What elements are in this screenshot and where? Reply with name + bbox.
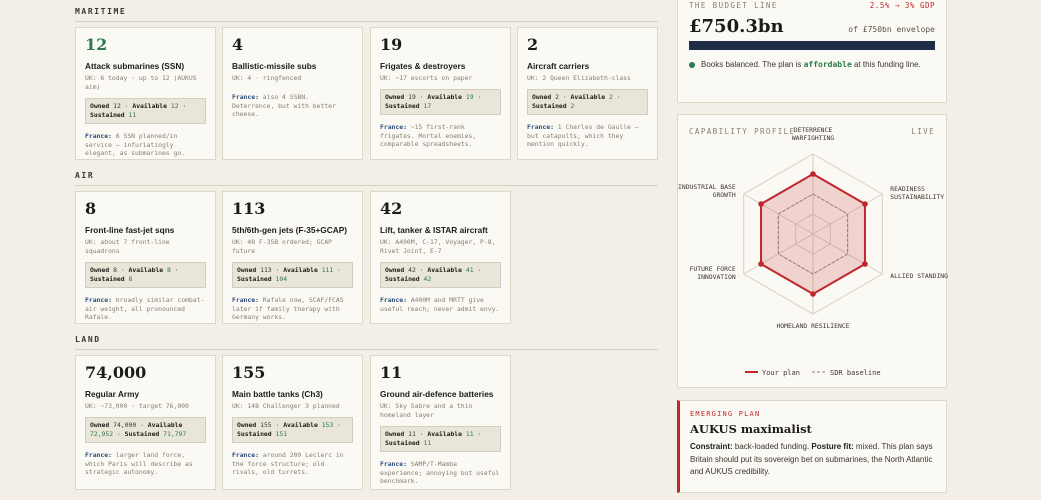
capability-profile-panel: CAPABILITY PROFILE LIVE DETERRENCE WARFIG… — [677, 114, 948, 388]
card-title: Front-line fast-jet sqns — [85, 225, 175, 235]
card-aircraft-carriers[interactable]: 2 Aircraft carriers UK: 2 Queen Elizabet… — [517, 27, 658, 160]
card-france-note: France: SAMP/T-Mamba experience; annoyin… — [380, 460, 500, 485]
card-value: 12 — [85, 35, 108, 54]
card-frigates-destroyers[interactable]: 19 Frigates & destroyers UK: ~17 escorts… — [370, 27, 511, 160]
card-title: Lift, tanker & ISTAR aircraft — [380, 225, 488, 235]
card-attack-submarines[interactable]: 12 Attack submarines (SSN) UK: 6 today ·… — [75, 27, 216, 160]
card-air-defence-batteries[interactable]: 11 Ground air-defence batteries UK: Sky … — [370, 355, 511, 490]
plan-point — [862, 201, 868, 207]
card-value: 8 — [85, 199, 97, 218]
card-stats: Owned 74,000 · Available 72,952 · Sustai… — [85, 417, 206, 443]
card-uk-note: UK: 4 · ringfenced — [232, 74, 302, 82]
card-title: 5th/6th-gen jets (F-35+GCAP) — [232, 225, 348, 235]
card-value: 11 — [380, 363, 403, 382]
card-uk-note: UK: 48 F-35B ordered; GCAP future — [232, 238, 333, 255]
card-stats: Owned 2 · Available 2 · Sustained 2 — [527, 89, 648, 115]
card-value: 155 — [232, 363, 266, 382]
card-uk-note: UK: 6 today · up to 12 (AUKUS aim) — [85, 74, 197, 91]
plan-point — [758, 261, 764, 267]
card-france-note: France: Rafale now, SCAF/FCAS later if f… — [232, 296, 344, 321]
budget-status: Books balanced. The plan is affordable a… — [689, 58, 935, 71]
capability-radar-chart: DETERRENCE WARFIGHTING READINESS SUSTAINABI… — [678, 126, 948, 377]
card-value: 4 — [232, 35, 244, 54]
card-uk-note: UK: Sky Sabre and a thin homeland layer — [380, 402, 473, 419]
card-value: 19 — [380, 35, 403, 54]
series-your-plan — [760, 172, 866, 296]
card-stats: Owned 8 · Available 8 · Sustained 8 — [85, 262, 206, 288]
card-uk-note: UK: A400M, C-17, Voyager, P-8, Rivet Joi… — [380, 238, 496, 255]
card-france-note: France: ~15 first-rank frigates. Mortal … — [380, 123, 477, 148]
card-stats: Owned 155 · Available 153 · Sustained 15… — [232, 417, 353, 443]
card-title: Main battle tanks (Ch3) — [232, 389, 323, 399]
card-stats: Owned 19 · Available 19 · Sustained 17 — [380, 89, 501, 115]
legend-plan-label: Your plan — [762, 369, 800, 377]
budget-bar — [689, 41, 935, 50]
radar-axis-label: INDUSTRIAL BASE GROWTH — [678, 183, 736, 199]
plan-point — [862, 261, 868, 267]
card-lift-tanker-istar[interactable]: 42 Lift, tanker & ISTAR aircraft UK: A40… — [370, 191, 511, 324]
section-air: AIR — [75, 171, 658, 186]
card-value: 74,000 — [85, 363, 147, 382]
card-france-note: France: broadly similar combat-air weigh… — [85, 296, 205, 321]
legend-baseline-label: SDR baseline — [830, 369, 881, 377]
section-maritime: MARITIME — [75, 7, 658, 22]
card-5th-gen-jets[interactable]: 113 5th/6th-gen jets (F-35+GCAP) UK: 48 … — [222, 191, 363, 324]
card-france-note: France: A400M and MRTT give useful reach… — [380, 296, 500, 313]
card-stats: Owned 42 · Available 41 · Sustained 42 — [380, 262, 501, 288]
plan-point — [810, 291, 816, 297]
radar-axis-label: FUTURE FORCE INNOVATION — [690, 265, 736, 281]
card-title: Aircraft carriers — [527, 61, 590, 71]
card-title: Ground air-defence batteries — [380, 389, 494, 399]
budget-envelope: of £750bn envelope — [848, 25, 935, 34]
plan-point — [758, 201, 764, 207]
card-stats: Owned 11 · Available 11 · Sustained 11 — [380, 426, 501, 452]
radar-axis-label: DETERRENCE WARFIGHTING — [792, 126, 834, 142]
budget-panel: THE BUDGET LINE 2.5% → 3% GDP £750.3bn o… — [677, 0, 947, 103]
emerging-plan-description: Constraint: back-loaded funding. Posture… — [690, 442, 933, 476]
card-france-note: France: 6 SSN planned/in service — infur… — [85, 132, 186, 157]
card-regular-army[interactable]: 74,000 Regular Army UK: ~73,000 · target… — [75, 355, 216, 490]
card-ballistic-subs[interactable]: 4 Ballistic-missile subs UK: 4 · ringfen… — [222, 27, 363, 160]
radar-axis-label: ALLIED STANDING — [890, 272, 948, 280]
card-uk-note: UK: ~17 escorts on paper — [380, 74, 473, 82]
card-uk-note: UK: 2 Queen Elizabeth-class — [527, 74, 631, 82]
emerging-plan-name: AUKUS maximalist — [690, 422, 812, 436]
emerging-plan-tag: EMERGING PLAN — [690, 410, 761, 418]
affordable-status: affordable — [803, 60, 852, 69]
card-value: 2 — [527, 35, 539, 54]
radar-axis-label: READINESS SUSTAINABILITY — [890, 185, 944, 201]
card-uk-note: UK: ~73,000 · target 76,000 — [85, 402, 189, 410]
emerging-plan-card[interactable]: EMERGING PLAN AUKUS maximalist Constrain… — [677, 400, 947, 493]
card-stats: Owned 113 · Available 111 · Sustained 10… — [232, 262, 353, 288]
card-main-battle-tanks[interactable]: 155 Main battle tanks (Ch3) UK: 148 Chal… — [222, 355, 363, 490]
card-france-note: France: larger land force, which Paris w… — [85, 451, 193, 476]
status-dot-icon — [689, 62, 695, 68]
card-title: Attack submarines (SSN) — [85, 61, 185, 71]
card-stats: Owned 12 · Available 12 · Sustained 11 — [85, 98, 206, 124]
card-uk-note: UK: 148 Challenger 3 planned — [232, 402, 340, 410]
card-value: 42 — [380, 199, 403, 218]
radar-axis-label: HOMELAND RESILIENCE — [776, 322, 849, 330]
card-france-note: France: 1 Charles de Gaulle — but catapu… — [527, 123, 639, 148]
budget-gdp-range: 2.5% → 3% GDP — [869, 1, 935, 10]
card-france-note: France: also 4 SSBN. Deterrence, but wit… — [232, 93, 336, 118]
budget-amount: £750.3bn — [689, 16, 784, 37]
section-land: LAND — [75, 335, 658, 350]
budget-label: THE BUDGET LINE — [689, 1, 778, 10]
plan-point — [810, 171, 816, 177]
card-title: Ballistic-missile subs — [232, 61, 317, 71]
card-value: 113 — [232, 199, 266, 218]
card-uk-note: UK: about 7 front-line squadrons — [85, 238, 170, 255]
card-title: Frigates & destroyers — [380, 61, 466, 71]
card-fast-jet-sqns[interactable]: 8 Front-line fast-jet sqns UK: about 7 f… — [75, 191, 216, 324]
card-title: Regular Army — [85, 389, 140, 399]
card-france-note: France: around 200 Leclerc in the force … — [232, 451, 344, 476]
